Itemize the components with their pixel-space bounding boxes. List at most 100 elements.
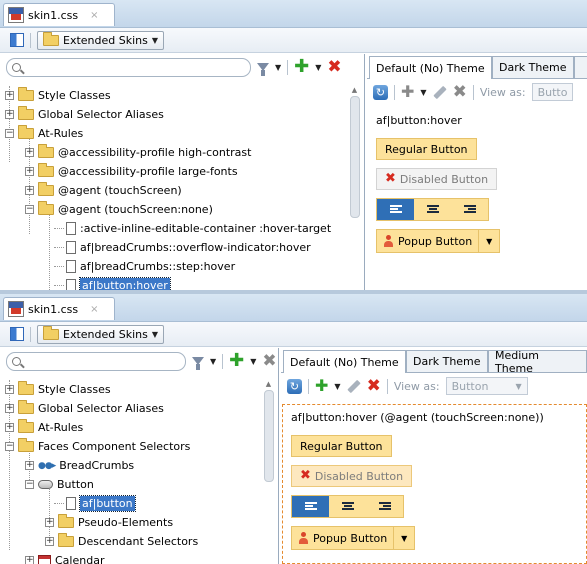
delete-icon[interactable]: ✖ bbox=[327, 59, 341, 76]
edit-icon[interactable] bbox=[432, 85, 447, 99]
expand-icon[interactable]: + bbox=[5, 423, 14, 432]
expand-icon[interactable]: + bbox=[25, 186, 34, 195]
close-tab-icon[interactable]: × bbox=[90, 304, 98, 315]
popup-button-main[interactable]: Popup Button bbox=[292, 527, 394, 549]
popup-button[interactable]: Popup Button ▼ bbox=[376, 229, 501, 253]
scroll-thumb[interactable] bbox=[350, 96, 360, 218]
delete-icon[interactable]: ✖ bbox=[367, 378, 381, 395]
extended-skins-button[interactable]: Extended Skins ▼ bbox=[37, 30, 165, 50]
popup-button[interactable]: Popup Button ▼ bbox=[291, 526, 416, 550]
delete-icon: ✖ bbox=[300, 468, 311, 483]
align-center-button[interactable] bbox=[329, 496, 366, 517]
expand-icon[interactable]: + bbox=[25, 148, 34, 157]
tree-item[interactable]: + Pseudo-Elements bbox=[0, 513, 262, 532]
tree-item[interactable]: + ●●▸ BreadCrumbs bbox=[0, 456, 262, 475]
tree-item[interactable]: + @accessibility-profile large-fonts bbox=[0, 162, 348, 181]
add-icon[interactable]: ✚ bbox=[401, 84, 414, 100]
delete-icon[interactable]: ✖ bbox=[453, 84, 467, 101]
expand-icon[interactable]: + bbox=[5, 110, 14, 119]
tree-scrollbar[interactable]: ▲ bbox=[263, 380, 274, 564]
align-left-button[interactable] bbox=[377, 199, 414, 220]
add-dropdown-icon[interactable]: ▼ bbox=[420, 88, 426, 97]
tree-item[interactable]: − Button bbox=[0, 475, 262, 494]
tree-item[interactable]: + Style Classes bbox=[0, 86, 348, 105]
scroll-up-icon[interactable]: ▲ bbox=[349, 86, 360, 96]
refresh-icon[interactable]: ↻ bbox=[373, 84, 388, 100]
close-tab-icon[interactable]: × bbox=[90, 10, 98, 21]
view-as-select[interactable]: Butto bbox=[531, 83, 574, 101]
regular-button[interactable]: Regular Button bbox=[291, 435, 392, 457]
scroll-up-icon[interactable]: ▲ bbox=[263, 380, 274, 390]
popup-button-main[interactable]: Popup Button bbox=[377, 230, 479, 252]
scroll-thumb[interactable] bbox=[264, 390, 274, 482]
search-icon bbox=[12, 356, 21, 366]
split-panel-icon[interactable] bbox=[10, 327, 24, 341]
tab-medium-theme[interactable]: Medium Theme bbox=[488, 349, 587, 375]
add-dropdown-icon[interactable]: ▼ bbox=[315, 63, 321, 72]
tree-item[interactable]: + @agent (touchScreen) bbox=[0, 181, 348, 200]
tab-dark-theme[interactable]: Dark Theme bbox=[406, 350, 488, 372]
collapse-icon[interactable]: − bbox=[25, 205, 34, 214]
chevron-down-icon[interactable]: ▼ bbox=[478, 230, 500, 252]
split-panel-icon[interactable] bbox=[10, 33, 24, 47]
align-center-button[interactable] bbox=[414, 199, 451, 220]
tree-item[interactable]: + Calendar bbox=[0, 551, 262, 564]
tree-item[interactable]: + Style Classes bbox=[0, 380, 262, 399]
refresh-icon[interactable]: ↻ bbox=[287, 378, 302, 394]
filter-dropdown-icon[interactable]: ▼ bbox=[275, 63, 281, 72]
tree-item[interactable]: :active-inline-editable-container :hover… bbox=[0, 219, 348, 238]
tree-item[interactable]: + At-Rules bbox=[0, 418, 262, 437]
add-icon[interactable]: ✚ bbox=[229, 352, 244, 370]
add-dropdown-icon[interactable]: ▼ bbox=[250, 357, 256, 366]
tree-item[interactable]: + Descendant Selectors bbox=[0, 532, 262, 551]
delete-icon[interactable]: ✖ bbox=[262, 353, 276, 370]
tree-item-selected[interactable]: af|button bbox=[0, 494, 262, 513]
expand-icon[interactable]: + bbox=[5, 385, 14, 394]
tree-item[interactable]: − At-Rules bbox=[0, 124, 348, 143]
search-input[interactable] bbox=[21, 59, 245, 75]
regular-button[interactable]: Regular Button bbox=[376, 138, 477, 160]
chevron-down-icon[interactable]: ▼ bbox=[393, 527, 415, 549]
search-input[interactable] bbox=[21, 353, 180, 369]
align-left-button[interactable] bbox=[292, 496, 329, 517]
expand-icon[interactable]: + bbox=[25, 556, 34, 564]
tab-default-theme[interactable]: Default (No) Theme bbox=[283, 350, 406, 373]
tab-dark-theme[interactable]: Dark Theme bbox=[492, 56, 574, 78]
tree-scrollbar[interactable]: ▲ bbox=[349, 86, 360, 290]
tree-item[interactable]: + @accessibility-profile high-contrast bbox=[0, 143, 348, 162]
filter-dropdown-icon[interactable]: ▼ bbox=[210, 357, 216, 366]
add-icon[interactable]: ✚ bbox=[294, 58, 309, 76]
collapse-icon[interactable]: − bbox=[25, 480, 34, 489]
tree-item[interactable]: − @agent (touchScreen:none) bbox=[0, 200, 348, 219]
collapse-icon[interactable]: − bbox=[5, 129, 14, 138]
tree-item[interactable]: + Global Selector Aliases bbox=[0, 105, 348, 124]
extended-skins-button[interactable]: Extended Skins ▼ bbox=[37, 324, 165, 344]
file-tab-skin1[interactable]: skin1.css × bbox=[3, 297, 115, 320]
file-tab-skin1[interactable]: skin1.css × bbox=[3, 3, 115, 26]
tree-item-selected[interactable]: af|button:hover bbox=[0, 276, 348, 290]
view-as-select[interactable]: Button ▼ bbox=[445, 377, 528, 395]
expand-icon[interactable]: + bbox=[25, 167, 34, 176]
expand-icon[interactable]: + bbox=[45, 518, 54, 527]
align-right-button[interactable] bbox=[366, 496, 403, 517]
filter-icon[interactable] bbox=[192, 357, 204, 370]
collapse-icon[interactable]: − bbox=[5, 442, 14, 451]
expand-icon[interactable]: + bbox=[5, 404, 14, 413]
search-field[interactable] bbox=[6, 351, 186, 371]
folder-open-icon bbox=[18, 438, 34, 452]
expand-icon[interactable]: + bbox=[5, 91, 14, 100]
tree-item[interactable]: − Faces Component Selectors bbox=[0, 437, 262, 456]
tab-more[interactable] bbox=[574, 56, 587, 78]
filter-icon[interactable] bbox=[257, 63, 269, 76]
tree-item[interactable]: af|breadCrumbs::overflow-indicator:hover bbox=[0, 238, 348, 257]
search-field[interactable] bbox=[6, 57, 251, 77]
expand-icon[interactable]: + bbox=[45, 537, 54, 546]
tree-item[interactable]: + Global Selector Aliases bbox=[0, 399, 262, 418]
align-right-button[interactable] bbox=[451, 199, 488, 220]
tree-item[interactable]: af|breadCrumbs::step:hover bbox=[0, 257, 348, 276]
edit-icon[interactable] bbox=[346, 379, 361, 393]
add-icon[interactable]: ✚ bbox=[315, 378, 328, 394]
add-dropdown-icon[interactable]: ▼ bbox=[334, 382, 340, 391]
tab-default-theme[interactable]: Default (No) Theme bbox=[369, 56, 492, 79]
expand-icon[interactable]: + bbox=[25, 461, 34, 470]
